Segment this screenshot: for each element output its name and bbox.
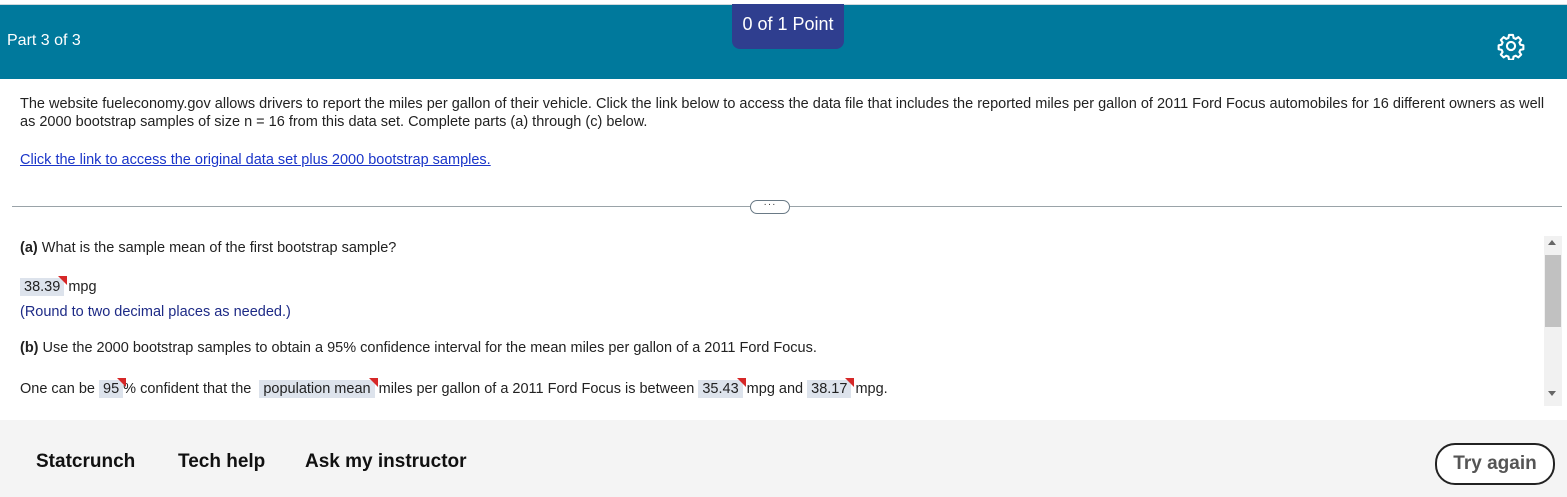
part-b-answer-row: One can be 95% confident that the popula… — [20, 378, 888, 398]
footer-bar: Statcrunch Tech help Ask my instructor T… — [0, 420, 1567, 497]
rounding-hint: (Round to two decimal places as needed.) — [20, 304, 291, 320]
part-a-unit: mpg — [68, 279, 97, 295]
part-b-sentence-1: One can be — [20, 381, 95, 397]
incorrect-flag-icon — [117, 378, 127, 387]
parameter-value: population mean — [263, 381, 371, 397]
scroll-up-arrow-icon[interactable] — [1548, 240, 1556, 245]
part-b-question: (b) Use the 2000 bootstrap samples to ob… — [20, 340, 817, 356]
part-a-answer-field[interactable]: 38.39 — [20, 276, 68, 296]
scroll-down-arrow-icon[interactable] — [1548, 391, 1556, 396]
data-file-link[interactable]: Click the link to access the original da… — [20, 152, 491, 168]
part-a-question-text: What is the sample mean of the first boo… — [37, 240, 397, 256]
incorrect-flag-icon — [845, 378, 855, 387]
ask-instructor-link[interactable]: Ask my instructor — [305, 451, 467, 473]
upper-bound-value: 38.17 — [811, 381, 848, 397]
tech-help-link[interactable]: Tech help — [178, 451, 265, 473]
gear-icon[interactable] — [1497, 32, 1525, 60]
part-b-label: (b) — [20, 340, 39, 356]
scrollbar-thumb[interactable] — [1545, 255, 1561, 327]
incorrect-flag-icon — [58, 276, 68, 285]
part-b-sentence-5: mpg. — [855, 381, 888, 397]
part-b-sentence-2: % confident that the — [123, 381, 252, 397]
lower-bound-field[interactable]: 35.43 — [698, 378, 746, 398]
part-a-answer-value: 38.39 — [24, 279, 61, 295]
points-badge: 0 of 1 Point — [732, 4, 844, 49]
lower-bound-value: 35.43 — [702, 381, 739, 397]
statcrunch-link[interactable]: Statcrunch — [36, 451, 135, 473]
part-label: Part 3 of 3 — [7, 32, 81, 49]
part-a-answer-row: 38.39 mpg — [20, 276, 97, 296]
parameter-dropdown[interactable]: population mean — [259, 378, 378, 398]
header-bar: Part 3 of 3 0 of 1 Point — [0, 4, 1567, 79]
confidence-level-field[interactable]: 95 — [99, 378, 127, 398]
part-b-question-text: Use the 2000 bootstrap samples to obtain… — [38, 340, 817, 356]
part-b-sentence-3: miles per gallon of a 2011 Ford Focus is… — [378, 381, 695, 397]
part-a-question: (a) What is the sample mean of the first… — [20, 240, 396, 256]
incorrect-flag-icon — [736, 378, 746, 387]
incorrect-flag-icon — [368, 378, 378, 387]
upper-bound-field[interactable]: 38.17 — [807, 378, 855, 398]
part-b-sentence-4: mpg and — [746, 381, 804, 397]
part-a-label: (a) — [20, 240, 38, 256]
problem-intro: The website fueleconomy.gov allows drive… — [20, 96, 1545, 130]
expand-more-button[interactable]: ··· — [750, 200, 790, 214]
try-again-button[interactable]: Try again — [1435, 443, 1555, 485]
